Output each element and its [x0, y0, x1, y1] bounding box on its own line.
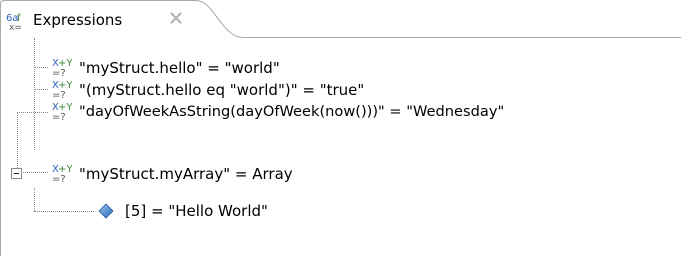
- variable-text: [5] = "Hello World": [125, 202, 268, 220]
- tab-strip: 6a f x= Expressions: [0, 0, 681, 38]
- expression-text: "(myStruct.hello eq "world")" = "true": [79, 81, 365, 99]
- close-icon[interactable]: [169, 11, 183, 25]
- expression-row[interactable]: X +Y =? "myStruct.hello" = "world": [1, 57, 681, 79]
- svg-text:x=: x=: [9, 23, 22, 31]
- expression-text: "myStruct.hello" = "world": [79, 59, 280, 77]
- expressions-icon: 6a f x=: [6, 13, 22, 31]
- expression-text: "dayOfWeekAsString(dayOfWeek(now()))" = …: [79, 103, 505, 120]
- expression-row[interactable]: X +Y =? "myStruct.myArray" = Array: [1, 163, 681, 185]
- svg-text:=?: =?: [52, 90, 66, 101]
- watch-expression-icon: X +Y =?: [52, 58, 73, 79]
- svg-text:=?: =?: [52, 174, 66, 185]
- watch-expression-icon: X +Y =?: [52, 102, 73, 123]
- collapse-toggle-icon[interactable]: [11, 168, 22, 179]
- variable-row[interactable]: [5] = "Hello World": [1, 200, 681, 222]
- expressions-tree[interactable]: X +Y =? "myStruct.hello" = "world" X +Y …: [0, 38, 681, 256]
- svg-text:=?: =?: [52, 112, 66, 123]
- variable-diamond-icon: [98, 203, 114, 219]
- tab-label: Expressions: [33, 11, 123, 29]
- tab-expressions[interactable]: 6a f x= Expressions: [0, 0, 244, 38]
- watch-expression-icon: X +Y =?: [52, 80, 73, 101]
- watch-expression-icon: X +Y =?: [52, 164, 73, 185]
- expression-row[interactable]: X +Y =? "dayOfWeekAsString(dayOfWeek(now…: [1, 101, 681, 123]
- svg-text:=?: =?: [52, 68, 66, 79]
- expression-row[interactable]: X +Y =? "(myStruct.hello eq "world")" = …: [1, 79, 681, 101]
- expression-text: "myStruct.myArray" = Array: [79, 165, 293, 183]
- expressions-view: 6a f x= Expressions X +Y =? "myStruct.he…: [0, 0, 681, 256]
